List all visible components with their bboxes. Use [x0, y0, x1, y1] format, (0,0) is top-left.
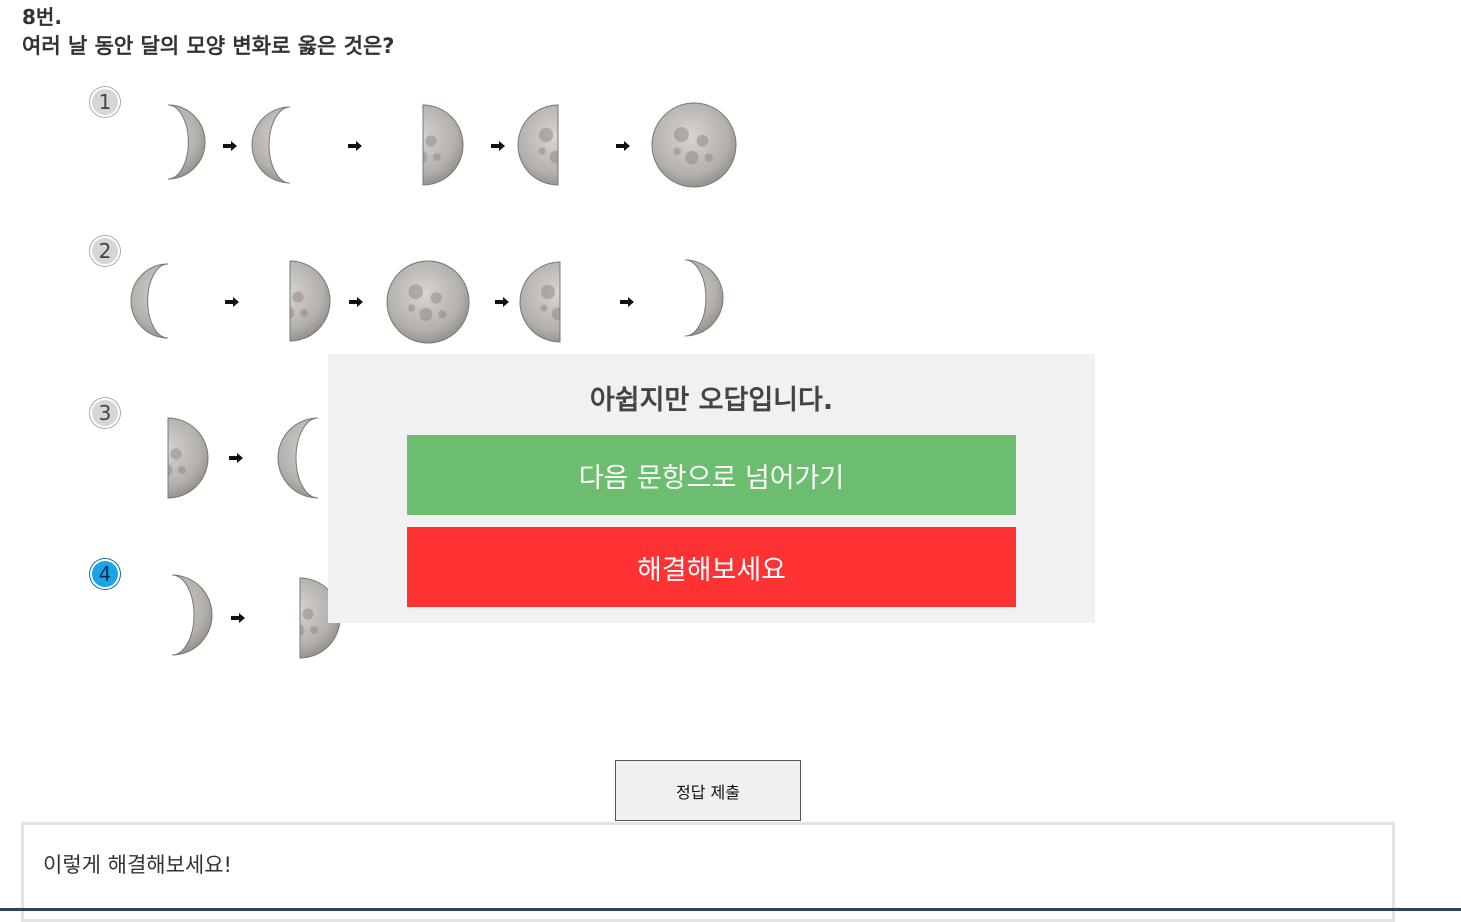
- last-quarter-icon: [517, 104, 559, 186]
- option-1-sequence: [167, 102, 737, 188]
- question-number: 8번.: [22, 5, 62, 29]
- option-1[interactable]: 1: [90, 87, 790, 197]
- arrow-icon: [223, 141, 237, 151]
- full-moon-icon: [386, 260, 470, 344]
- option-2[interactable]: 2: [90, 236, 790, 346]
- submit-answer-button[interactable]: 정답 제출: [615, 760, 801, 821]
- arrow-icon: [495, 297, 509, 307]
- hint-text: 이렇게 해결해보세요!: [43, 853, 232, 877]
- wrong-answer-dialog: 아쉽지만 오답입니다. 다음 문항으로 넘어가기 해결해보세요: [328, 354, 1095, 623]
- arrow-icon: [620, 297, 634, 307]
- waxing-crescent-icon: [251, 106, 291, 184]
- dialog-title: 아쉽지만 오답입니다.: [589, 385, 834, 416]
- question-text: 여러 날 동안 달의 모양 변화로 옳은 것은?: [22, 34, 395, 58]
- arrow-icon: [349, 297, 363, 307]
- first-quarter-icon: [289, 260, 331, 342]
- full-moon-icon: [651, 102, 737, 188]
- waning-crescent-icon: [684, 259, 724, 337]
- arrow-icon: [348, 141, 362, 151]
- last-quarter-icon: [519, 261, 561, 343]
- arrow-icon: [616, 141, 630, 151]
- solve-button[interactable]: 해결해보세요: [407, 527, 1016, 607]
- first-quarter-icon: [167, 417, 209, 499]
- option-2-sequence: [130, 259, 724, 344]
- arrow-icon: [231, 613, 245, 623]
- waning-crescent-icon: [167, 104, 206, 180]
- waning-crescent-icon: [171, 574, 213, 656]
- arrow-icon: [491, 141, 505, 151]
- option-3-badge[interactable]: 3: [90, 398, 120, 428]
- arrow-icon: [225, 297, 239, 307]
- first-quarter-icon: [422, 104, 464, 186]
- option-1-badge[interactable]: 1: [90, 87, 120, 117]
- option-2-badge[interactable]: 2: [90, 236, 120, 266]
- option-4-badge[interactable]: 4: [90, 559, 120, 589]
- hint-panel: 이렇게 해결해보세요!: [21, 822, 1395, 922]
- arrow-icon: [229, 453, 243, 463]
- waxing-crescent-icon: [130, 263, 169, 339]
- next-question-button[interactable]: 다음 문항으로 넘어가기: [407, 435, 1016, 515]
